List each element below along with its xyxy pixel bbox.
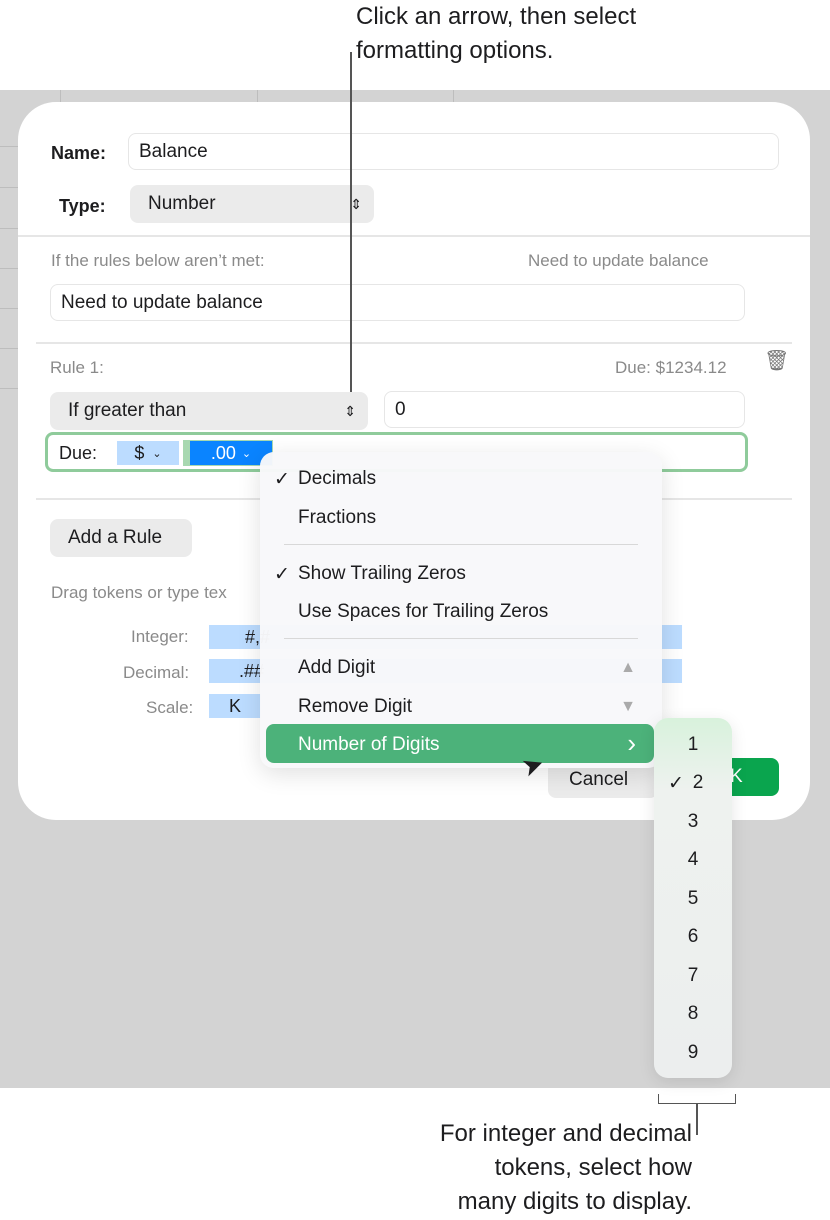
up-arrow-icon: ▲ [620, 659, 636, 676]
grid-line [0, 187, 18, 188]
decimal-token-label: .00 [210, 442, 236, 463]
currency-token-label: $ [134, 442, 145, 463]
checkmark-icon: ✓ [274, 564, 290, 585]
currency-token[interactable]: $ ⌄ [117, 441, 179, 465]
callout-top: Click an arrow, then select formatting o… [356, 0, 636, 68]
checkmark-icon: ✓ [668, 773, 684, 794]
grid-line [0, 228, 18, 229]
digits-option-9[interactable]: 9 [654, 1042, 732, 1064]
callout-line: formatting options. [356, 37, 554, 64]
hint-text: Drag tokens or type tex [51, 583, 227, 602]
condition-value-input[interactable]: 0 [384, 391, 745, 428]
digits-option-5[interactable]: 5 [654, 888, 732, 910]
trash-icon[interactable]: 🗑 [764, 348, 789, 373]
menu-separator [284, 638, 638, 639]
grid-line [0, 146, 18, 147]
digits-option-label: 2 [692, 772, 704, 793]
callout-bottom: For integer and decimal tokens, select h… [440, 1117, 692, 1219]
rule-preview: Due: $1234.12 [615, 358, 727, 377]
checkmark-icon: ✓ [274, 469, 290, 490]
grid-line [0, 348, 18, 349]
callout-line: Click an arrow, then select [356, 3, 637, 30]
menu-item-label: Number of Digits [298, 734, 440, 755]
type-value: Number [148, 193, 216, 214]
type-label: Type: [59, 196, 106, 216]
add-rule-button[interactable]: Add a Rule [50, 519, 192, 557]
grid-line [0, 388, 18, 389]
condition-select[interactable]: If greater than ⇕ [50, 392, 368, 430]
scale-label: Scale: [146, 698, 194, 717]
name-label: Name: [51, 143, 107, 163]
rule-label: Rule 1: [50, 358, 104, 377]
condition-value: If greater than [68, 400, 187, 421]
digits-option-3[interactable]: 3 [654, 811, 732, 833]
chevron-updown-icon: ⇕ [344, 402, 356, 419]
chevron-updown-icon: ⇕ [350, 195, 362, 212]
grid-line [0, 268, 18, 269]
scale-token[interactable]: K [209, 694, 261, 718]
grid-line [453, 90, 454, 102]
menu-item-fractions[interactable]: Fractions [298, 507, 376, 529]
integer-label: Integer: [131, 627, 189, 646]
grid-line [60, 90, 61, 102]
digits-option-2[interactable]: ✓ 2 [654, 772, 732, 794]
callout-line: many digits to display. [457, 1188, 692, 1215]
digits-option-1[interactable]: 1 [654, 734, 732, 756]
name-input[interactable]: Balance [128, 133, 779, 170]
callout-leader-line [350, 52, 352, 392]
decimal-label: Decimal: [123, 663, 190, 682]
menu-item-show-trailing-zeros[interactable]: Show Trailing Zeros [298, 563, 466, 585]
callout-line: tokens, select how [494, 1154, 692, 1181]
divider [18, 235, 810, 237]
chevron-down-icon: ⌄ [241, 447, 252, 460]
digits-option-4[interactable]: 4 [654, 849, 732, 871]
digits-option-6[interactable]: 6 [654, 926, 732, 948]
number-of-digits-submenu: 1 ✓ 2 3 4 5 6 7 8 9 [654, 718, 732, 1078]
menu-item-decimals[interactable]: Decimals [298, 468, 376, 490]
callout-line: For integer and decimal [439, 1120, 692, 1147]
unmet-message-input[interactable]: Need to update balance [50, 284, 745, 321]
digits-option-7[interactable]: 7 [654, 965, 732, 987]
type-select[interactable]: Number ⇕ [130, 185, 374, 223]
decimal-format-menu: ✓ Decimals Fractions ✓ Show Trailing Zer… [260, 452, 662, 768]
menu-item-add-digit[interactable]: Add Digit [298, 657, 375, 679]
divider [36, 342, 792, 344]
chevron-down-icon: ⌄ [152, 447, 162, 460]
grid-line [257, 90, 258, 102]
menu-separator [284, 544, 638, 545]
grid-line [0, 308, 18, 309]
down-arrow-icon: ▼ [620, 698, 636, 715]
menu-item-number-of-digits[interactable]: Number of Digits › [266, 724, 654, 763]
unmet-preview: Need to update balance [528, 251, 709, 270]
digits-option-8[interactable]: 8 [654, 1003, 732, 1025]
chevron-right-icon: › [627, 728, 636, 758]
menu-item-use-spaces[interactable]: Use Spaces for Trailing Zeros [298, 601, 548, 623]
format-prefix: Due: [59, 443, 98, 463]
callout-leader-line [696, 1103, 698, 1135]
menu-item-remove-digit[interactable]: Remove Digit [298, 696, 412, 718]
unmet-label: If the rules below aren’t met: [51, 251, 265, 270]
